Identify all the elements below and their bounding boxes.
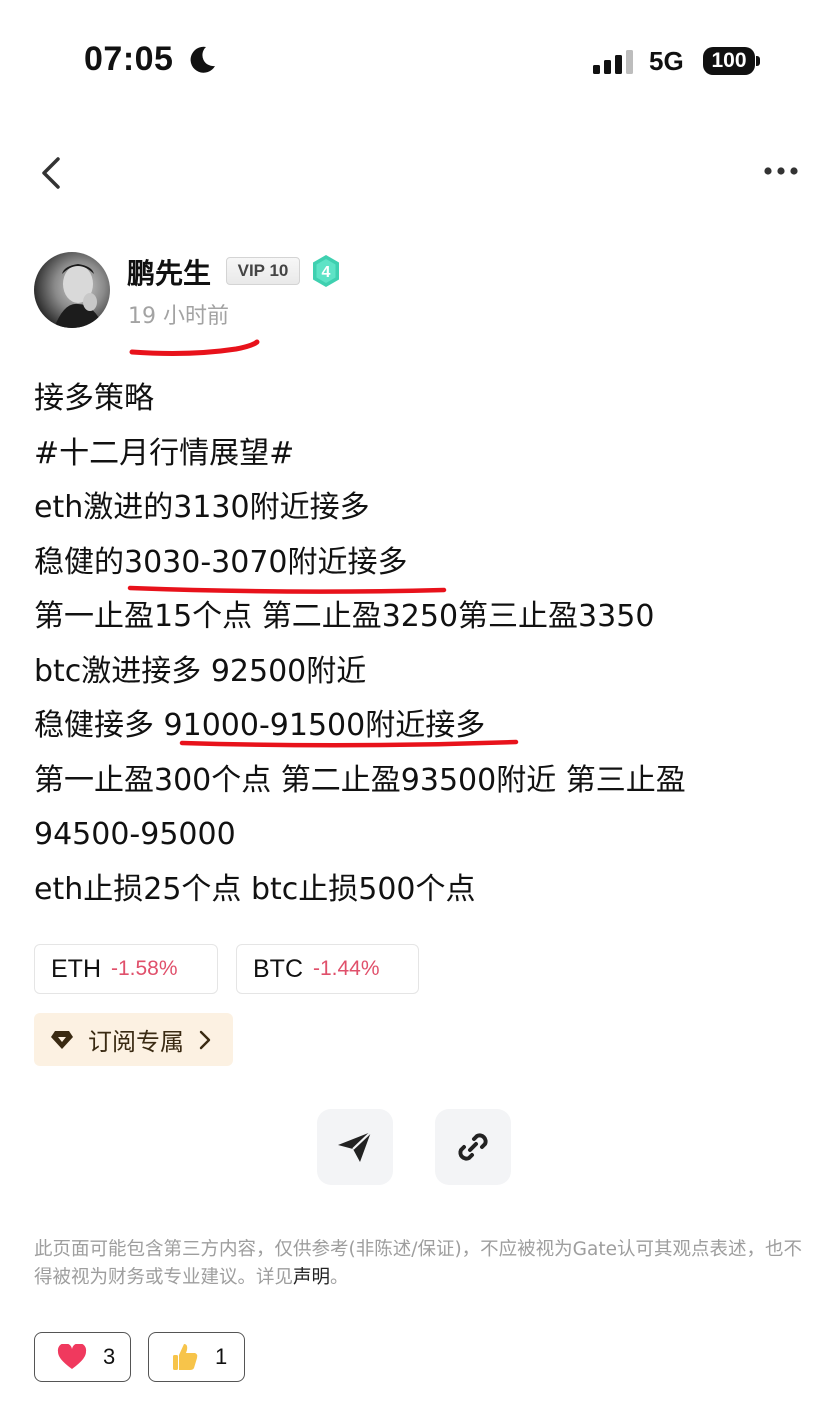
vip-badge: VIP 10 bbox=[226, 257, 300, 285]
signal-icon bbox=[593, 50, 633, 74]
reaction-count: 1 bbox=[215, 1344, 228, 1369]
avatar[interactable] bbox=[34, 252, 110, 328]
disclaimer: 此页面可能包含第三方内容，仅供参考(非陈述/保证)，不应被视为Gate认可其观点… bbox=[34, 1236, 804, 1292]
chevron-right-icon bbox=[199, 1030, 211, 1049]
level-badge-number: 4 bbox=[322, 264, 331, 281]
coin-symbol: BTC bbox=[253, 954, 303, 983]
status-time: 07:05 bbox=[84, 40, 174, 78]
coin-change: -1.44% bbox=[313, 957, 380, 980]
coin-change: -1.58% bbox=[111, 957, 178, 980]
coin-symbol: ETH bbox=[51, 954, 101, 983]
diamond-icon bbox=[51, 1030, 73, 1049]
post-time: 19 小时前 bbox=[128, 304, 229, 329]
post-line: eth止损25个点 btc止损500个点 bbox=[34, 871, 476, 907]
disclaimer-text: 此页面可能包含第三方内容，仅供参考(非陈述/保证)，不应被视为Gate认可其观点… bbox=[34, 1239, 802, 1288]
copy-link-button[interactable] bbox=[435, 1109, 511, 1185]
post-line: 稳健的3030-3070附近接多 bbox=[34, 544, 408, 580]
post-line: 第一止盈15个点 第二止盈3250第三止盈3350 bbox=[34, 599, 655, 634]
author-name[interactable]: 鹏先生 bbox=[127, 252, 211, 292]
post-hashtag[interactable]: #十二月行情展望# bbox=[34, 427, 814, 482]
underline-annotation bbox=[129, 339, 260, 356]
subscribe-label: 订阅专属 bbox=[88, 1028, 184, 1056]
post-line: btc激进接多 92500附近 bbox=[34, 653, 367, 689]
post-line: 稳健接多 91000-91500附近接多 bbox=[34, 708, 486, 743]
post-body: 接多策略 #十二月行情展望# eth激进的3130附近接多 稳健的3030-30… bbox=[34, 372, 814, 917]
link-icon bbox=[458, 1133, 488, 1161]
reaction-heart-button[interactable]: 3 bbox=[34, 1332, 131, 1382]
chevron-left-icon[interactable] bbox=[38, 156, 64, 190]
more-horizontal-icon[interactable] bbox=[762, 164, 802, 178]
network-label: 5G bbox=[649, 46, 684, 76]
disclaimer-suffix: 。 bbox=[330, 1267, 349, 1288]
level-badge-icon: 4 bbox=[313, 255, 339, 287]
battery-indicator: 100 bbox=[703, 47, 755, 75]
reaction-count: 3 bbox=[103, 1344, 116, 1369]
battery-tip bbox=[756, 56, 760, 66]
send-icon bbox=[338, 1131, 372, 1162]
subscribe-exclusive-button[interactable]: 订阅专属 bbox=[34, 1013, 233, 1066]
coin-chip-btc[interactable]: BTC -1.44% bbox=[236, 944, 419, 994]
avatar-portrait bbox=[54, 264, 104, 328]
thumbs-up-icon bbox=[173, 1344, 198, 1370]
share-button[interactable] bbox=[317, 1109, 393, 1185]
reaction-thumbs-up-button[interactable]: 1 bbox=[148, 1332, 245, 1382]
post-line: 94500-95000 bbox=[34, 817, 236, 852]
post-line: 接多策略 bbox=[34, 381, 154, 416]
post-line: eth激进的3130附近接多 bbox=[34, 490, 370, 525]
disclaimer-statement-link[interactable]: 声明 bbox=[293, 1267, 330, 1288]
moon-icon bbox=[190, 46, 215, 73]
post-line: 第一止盈300个点 第二止盈93500附近 第三止盈 bbox=[34, 762, 686, 798]
heart-icon bbox=[57, 1344, 87, 1369]
coin-chip-eth[interactable]: ETH -1.58% bbox=[34, 944, 218, 994]
